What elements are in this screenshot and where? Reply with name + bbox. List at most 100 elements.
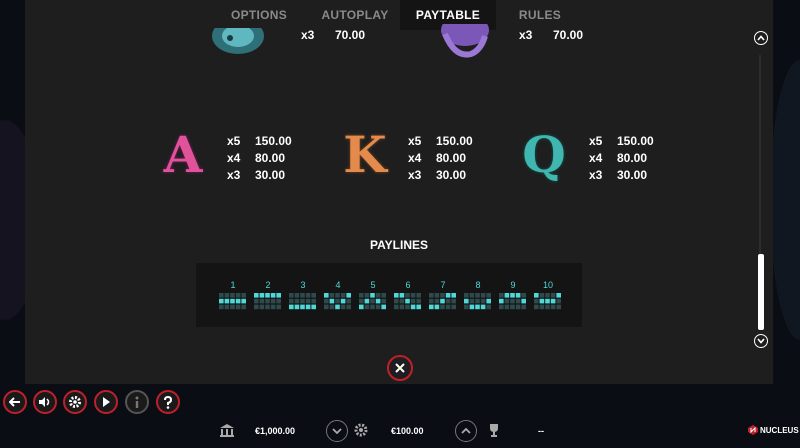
payline-number: 3: [300, 280, 306, 290]
payline-cell: [375, 304, 381, 310]
payline-cell: [311, 298, 316, 304]
payline-3: 3: [288, 279, 318, 310]
payline-cell: [254, 304, 259, 310]
tab-autoplay[interactable]: AUTOPLAY: [307, 0, 403, 30]
payline-cell: [469, 298, 475, 304]
payline-cell: [259, 293, 265, 298]
settings-button[interactable]: [63, 390, 87, 414]
crab-symbol-icon: [212, 28, 264, 54]
payline-cell: [521, 298, 526, 304]
payline-grid-icon: [429, 293, 456, 310]
chevron-up-icon: [757, 35, 765, 41]
payline-grid-icon: [359, 293, 386, 310]
payline-cell: [359, 298, 364, 304]
close-button[interactable]: [387, 355, 413, 381]
back-icon: [9, 397, 20, 407]
payline-cell: [300, 304, 305, 310]
payline-cell: [440, 298, 445, 304]
background-glow-right: [770, 60, 800, 340]
payline-cell: [445, 293, 451, 298]
payline-cell: [270, 298, 276, 304]
payline-cell: [550, 293, 556, 298]
sound-icon: [39, 397, 50, 407]
payline-cell: [440, 304, 445, 310]
payline-cell: [230, 298, 235, 304]
payline-grid-icon: [219, 293, 246, 310]
scroll-up-button[interactable]: [754, 31, 768, 45]
payline-cell: [475, 293, 480, 298]
payline-cell: [521, 293, 526, 298]
payline-grid-icon: [499, 293, 526, 310]
payline-cell: [265, 298, 270, 304]
paylines-title: PAYLINES: [369, 238, 429, 252]
balance-value: €1,000.00: [255, 426, 296, 436]
payline-number: 6: [405, 280, 411, 290]
payline-cell: [556, 298, 561, 304]
payline-cell: [521, 304, 526, 310]
payline-cell: [329, 304, 335, 310]
payline-cell: [504, 304, 510, 310]
payline-cell: [224, 304, 230, 310]
payline-cell: [381, 298, 386, 304]
chevron-down-icon: [757, 338, 765, 344]
symbol-q-icon: Q: [522, 125, 566, 184]
payline-cell: [289, 304, 294, 310]
tab-rules[interactable]: RULES: [496, 0, 584, 30]
payline-cell: [434, 304, 440, 310]
close-icon: [395, 363, 405, 373]
back-button[interactable]: [3, 390, 27, 414]
bet-increase-button[interactable]: [455, 420, 477, 442]
payline-cell: [539, 293, 545, 298]
help-button[interactable]: [156, 390, 180, 414]
payline-cell: [219, 293, 224, 298]
payline-cell: [399, 298, 405, 304]
payline-number: 1: [230, 280, 236, 290]
payline-cell: [265, 293, 270, 298]
info-button[interactable]: [125, 390, 149, 414]
payline-cell: [294, 298, 300, 304]
chevron-down-icon: [332, 428, 342, 434]
bet-decrease-button[interactable]: [326, 420, 348, 442]
payline-cell: [510, 293, 515, 298]
payline-cell: [550, 298, 556, 304]
scroll-thumb[interactable]: [758, 254, 764, 330]
nucleus-logo-icon: [748, 425, 758, 435]
payline-cell: [235, 293, 241, 298]
payline-cell: [451, 293, 456, 298]
payline-cell: [241, 304, 246, 310]
payline-cell: [346, 304, 351, 310]
payline-2: 2: [253, 279, 283, 310]
payline-cell: [445, 298, 451, 304]
payline-cell: [545, 293, 550, 298]
payline-cell: [311, 304, 316, 310]
payline-cell: [464, 298, 469, 304]
payline-cell: [300, 298, 305, 304]
bet-value: €100.00: [391, 426, 424, 436]
payline-cell: [410, 298, 416, 304]
payline-cell: [370, 304, 375, 310]
settings-icon: [69, 396, 81, 408]
payline-cell: [254, 298, 259, 304]
payline-cell: [270, 293, 276, 298]
payline-grid-icon: [534, 293, 561, 310]
payline-cell: [416, 293, 421, 298]
sound-button[interactable]: [33, 390, 57, 414]
payline-cell: [340, 298, 346, 304]
payline-cell: [486, 293, 491, 298]
payline-cell: [499, 304, 504, 310]
payline-cell: [235, 298, 241, 304]
tab-options[interactable]: OPTIONS: [213, 0, 305, 30]
payline-cell: [394, 304, 399, 310]
payline-cell: [440, 293, 445, 298]
payline-cell: [224, 298, 230, 304]
scroll-down-button[interactable]: [754, 334, 768, 348]
payline-cell: [335, 293, 340, 298]
payline-cell: [510, 298, 515, 304]
payline-cell: [480, 304, 486, 310]
payline-9: 9: [498, 279, 528, 310]
info-icon: [135, 396, 139, 408]
payline-cell: [515, 298, 521, 304]
play-button[interactable]: [94, 390, 118, 414]
payline-cell: [486, 298, 491, 304]
payline-cell: [394, 293, 399, 298]
